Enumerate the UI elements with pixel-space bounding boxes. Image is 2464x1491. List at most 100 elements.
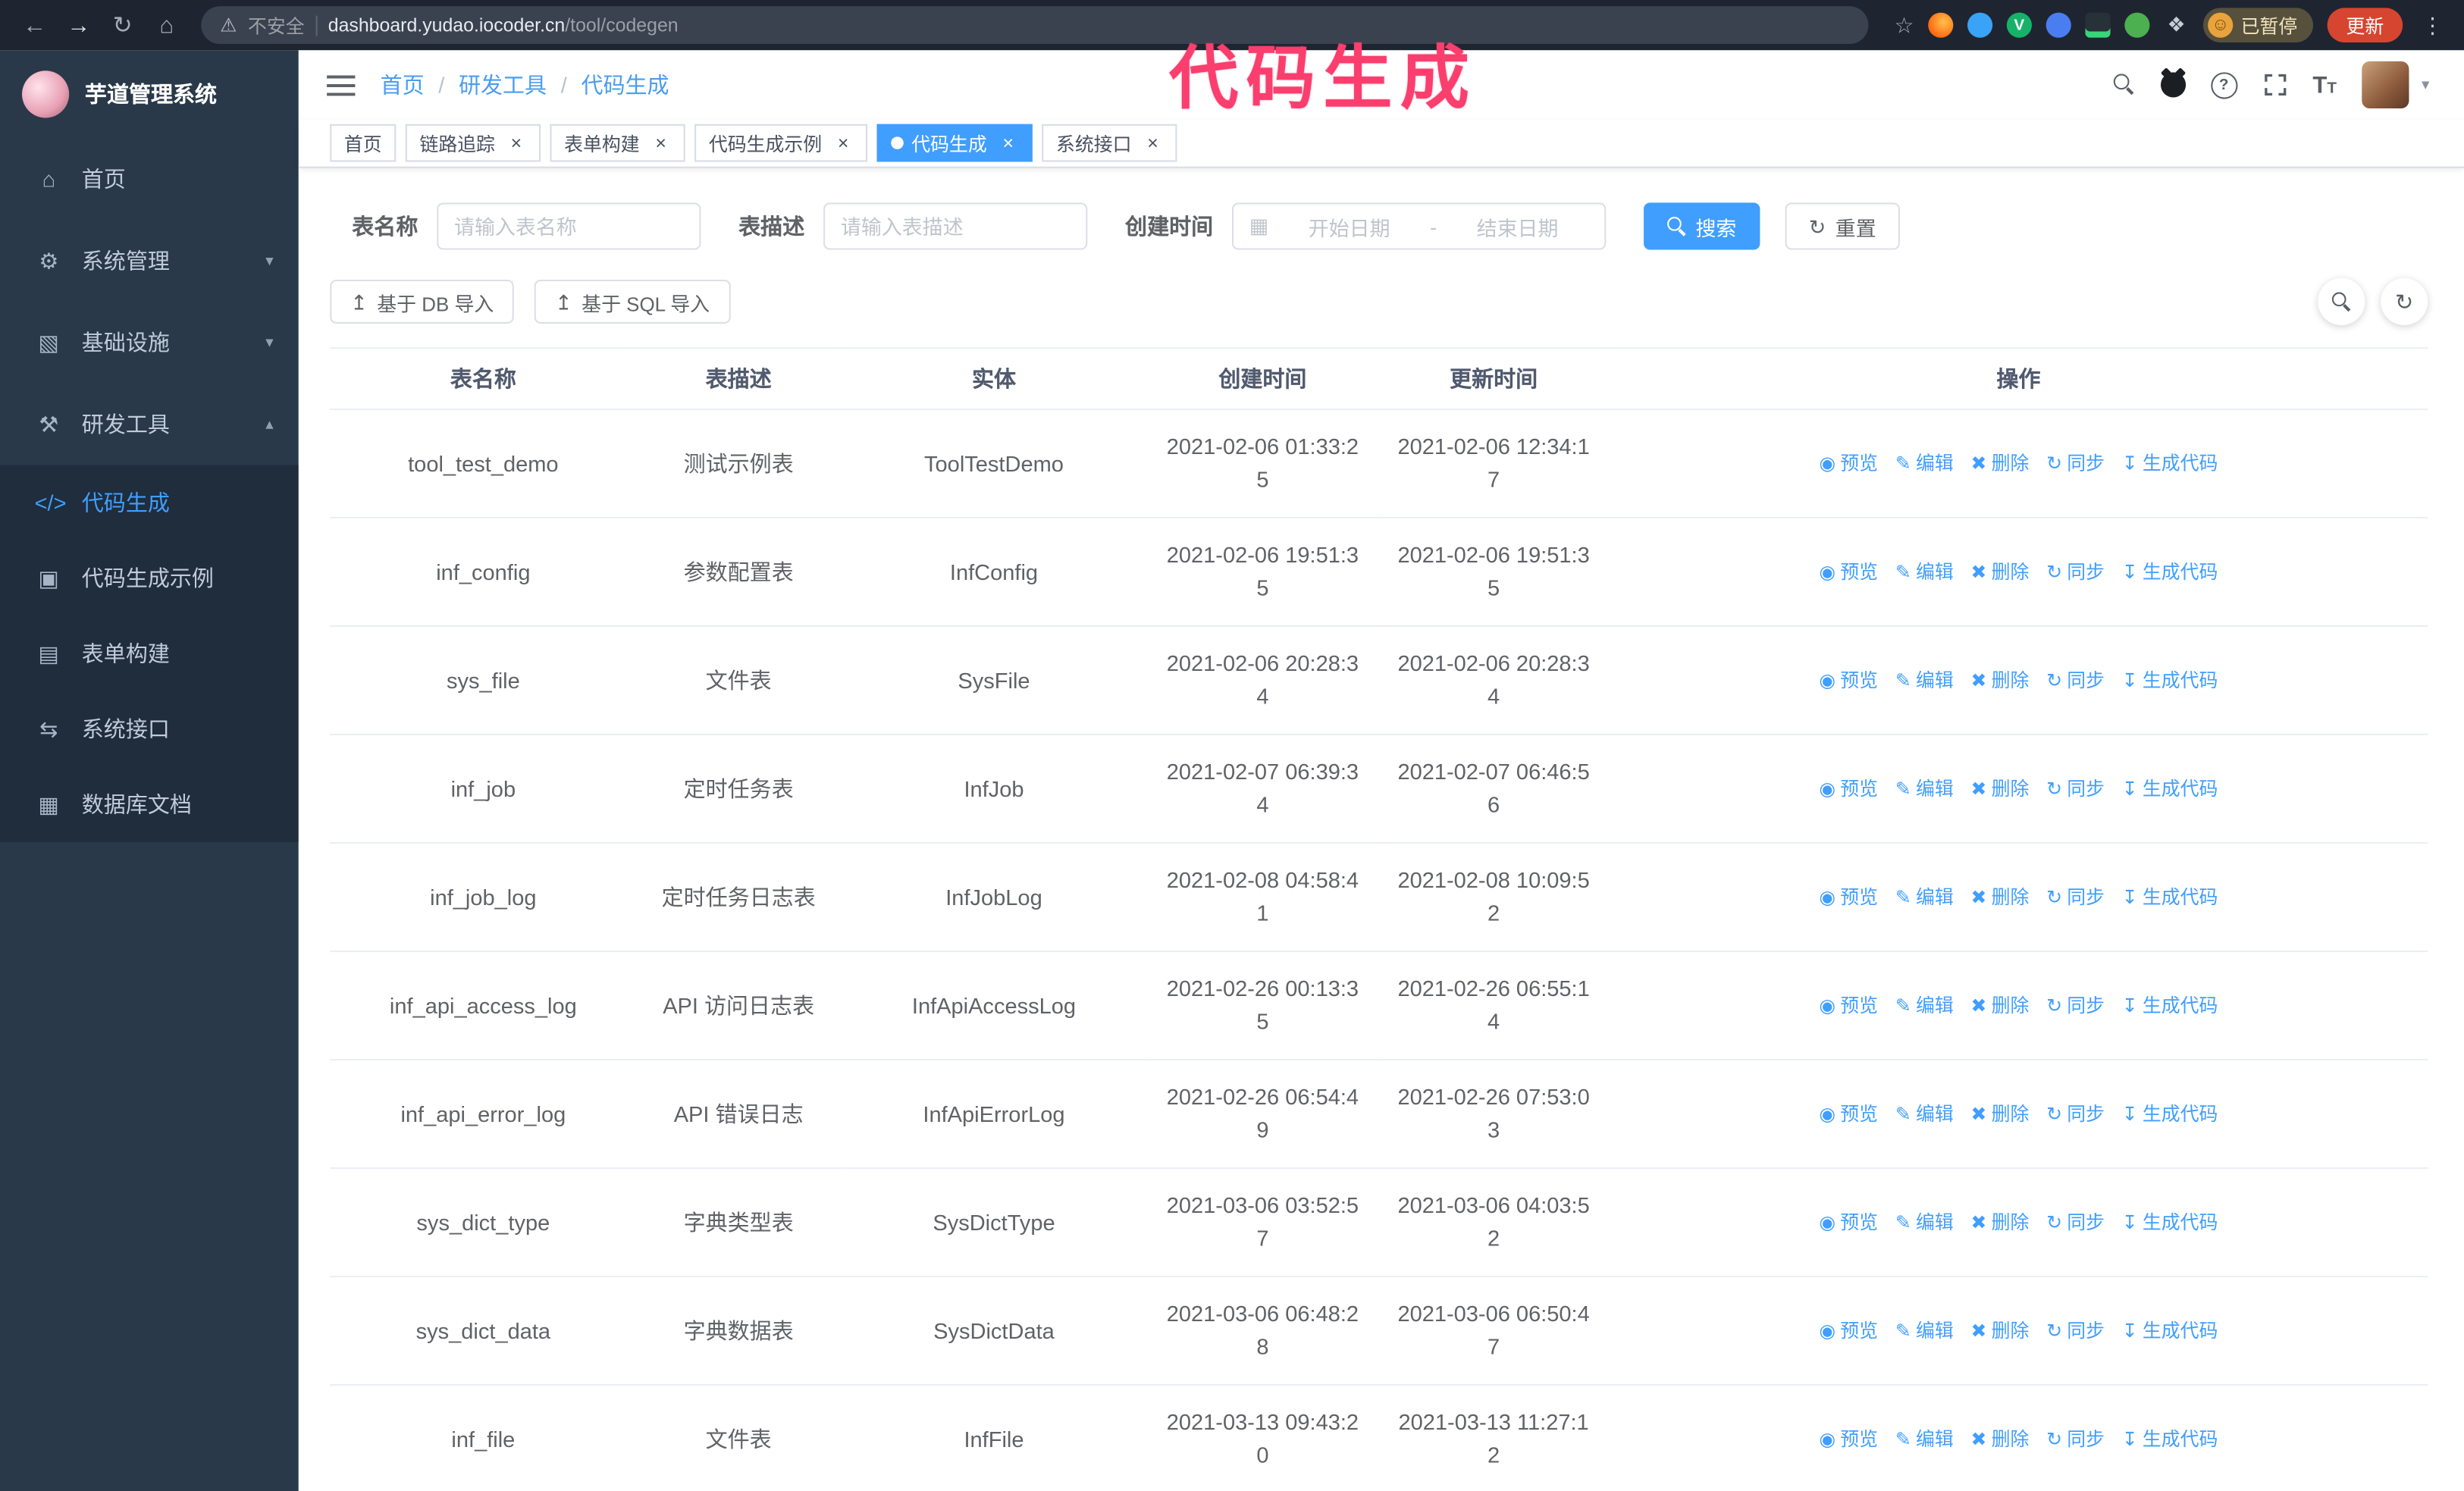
tab-首页[interactable]: 首页 [330, 124, 397, 162]
sidebar-subitem-db-doc[interactable]: ▦ 数据库文档 [0, 766, 299, 841]
tab-代码生成示例[interactable]: 代码生成示例 × [694, 124, 868, 162]
import-db-button[interactable]: ↥ 基于 DB 导入 [330, 279, 515, 324]
delete-action-link[interactable]: ✖ 删除 [1971, 989, 2030, 1023]
sync-action-link[interactable]: ↻ 同步 [2046, 1098, 2105, 1131]
delete-action-link[interactable]: ✖ 删除 [1971, 556, 2030, 589]
generate-action-link[interactable]: ↧ 生成代码 [2122, 1098, 2218, 1131]
delete-action-link[interactable]: ✖ 删除 [1971, 447, 2030, 481]
sidebar-subitem-system-api[interactable]: ⇆ 系统接口 [0, 691, 299, 766]
delete-action-link[interactable]: ✖ 删除 [1971, 1098, 2030, 1131]
refresh-button[interactable]: ↻ [2381, 277, 2428, 326]
update-button[interactable]: 更新 [2327, 8, 2403, 42]
bookmark-star-icon[interactable]: ☆ [1894, 12, 1914, 39]
close-icon[interactable]: × [506, 132, 526, 154]
reset-button[interactable]: ↻ 重置 [1785, 202, 1900, 250]
close-icon[interactable]: × [650, 132, 671, 154]
delete-action-link[interactable]: ✖ 删除 [1971, 1206, 2030, 1239]
breadcrumb-item[interactable]: 首页 [381, 69, 425, 100]
sidebar-item-home[interactable]: ⌂ 首页 [0, 138, 299, 220]
generate-action-link[interactable]: ↧ 生成代码 [2122, 1423, 2218, 1456]
preview-action-link[interactable]: ◉ 预览 [1819, 1314, 1878, 1348]
generate-action-link[interactable]: ↧ 生成代码 [2122, 772, 2218, 806]
chevron-down-icon[interactable]: ▾ [2422, 77, 2429, 94]
browser-home-icon[interactable]: ⌂ [148, 6, 186, 44]
preview-action-link[interactable]: ◉ 预览 [1819, 881, 1878, 914]
search-icon[interactable] [2113, 74, 2135, 96]
tab-链路追踪[interactable]: 链路追踪 × [405, 124, 541, 162]
extension-icon[interactable] [1967, 12, 1993, 38]
edit-action-link[interactable]: ✎ 编辑 [1895, 1314, 1954, 1348]
edit-action-link[interactable]: ✎ 编辑 [1895, 772, 1954, 806]
github-icon[interactable] [2160, 72, 2186, 98]
delete-action-link[interactable]: ✖ 删除 [1971, 1314, 2030, 1348]
edit-action-link[interactable]: ✎ 编辑 [1895, 1206, 1954, 1239]
edit-action-link[interactable]: ✎ 编辑 [1895, 1098, 1954, 1131]
avatar[interactable] [2362, 61, 2409, 109]
edit-action-link[interactable]: ✎ 编辑 [1895, 556, 1954, 589]
preview-action-link[interactable]: ◉ 预览 [1819, 1423, 1878, 1456]
close-icon[interactable]: × [833, 132, 854, 154]
delete-action-link[interactable]: ✖ 删除 [1971, 664, 2030, 697]
sync-action-link[interactable]: ↻ 同步 [2046, 989, 2105, 1023]
generate-action-link[interactable]: ↧ 生成代码 [2122, 447, 2218, 481]
help-icon[interactable]: ? [2210, 71, 2237, 99]
sidebar-subitem-codegen[interactable]: </> 代码生成 [0, 465, 299, 540]
generate-action-link[interactable]: ↧ 生成代码 [2122, 989, 2218, 1023]
close-icon[interactable]: × [1143, 132, 1163, 154]
preview-action-link[interactable]: ◉ 预览 [1819, 664, 1878, 697]
reload-icon[interactable]: ↻ [104, 6, 142, 44]
profile-paused-chip[interactable]: ☺ 已暂停 [2202, 8, 2313, 42]
edit-action-link[interactable]: ✎ 编辑 [1895, 1423, 1954, 1456]
sync-action-link[interactable]: ↻ 同步 [2046, 447, 2105, 481]
generate-action-link[interactable]: ↧ 生成代码 [2122, 664, 2218, 697]
extension-icon[interactable] [2085, 12, 2111, 38]
extension-icon[interactable]: V [2006, 12, 2032, 38]
preview-action-link[interactable]: ◉ 预览 [1819, 556, 1878, 589]
sync-action-link[interactable]: ↻ 同步 [2046, 664, 2105, 697]
edit-action-link[interactable]: ✎ 编辑 [1895, 881, 1954, 914]
table-desc-input[interactable] [823, 202, 1088, 250]
tab-表单构建[interactable]: 表单构建 × [550, 124, 685, 162]
tab-系统接口[interactable]: 系统接口 × [1042, 124, 1177, 162]
preview-action-link[interactable]: ◉ 预览 [1819, 1098, 1878, 1131]
search-button[interactable]: 搜索 [1644, 202, 1760, 250]
sync-action-link[interactable]: ↻ 同步 [2046, 1314, 2105, 1348]
address-bar[interactable]: ⚠ 不安全 dashboard.yudao.iocoder.cn/tool/co… [201, 6, 1870, 45]
sync-action-link[interactable]: ↻ 同步 [2046, 881, 2105, 914]
fullscreen-icon[interactable] [2262, 72, 2287, 97]
preview-action-link[interactable]: ◉ 预览 [1819, 1206, 1878, 1239]
breadcrumb-item[interactable]: 代码生成 [581, 69, 669, 100]
sync-action-link[interactable]: ↻ 同步 [2046, 772, 2105, 806]
preview-action-link[interactable]: ◉ 预览 [1819, 772, 1878, 806]
edit-action-link[interactable]: ✎ 编辑 [1895, 447, 1954, 481]
edit-action-link[interactable]: ✎ 编辑 [1895, 989, 1954, 1023]
back-icon[interactable]: ← [16, 6, 54, 44]
preview-action-link[interactable]: ◉ 预览 [1819, 989, 1878, 1023]
extension-icon[interactable] [2045, 12, 2071, 38]
close-icon[interactable]: × [998, 132, 1018, 154]
toggle-search-button[interactable] [2318, 277, 2365, 326]
tab-代码生成[interactable]: 代码生成 × [876, 124, 1033, 162]
generate-action-link[interactable]: ↧ 生成代码 [2122, 1314, 2218, 1348]
kebab-menu-icon[interactable]: ⋮ [2417, 12, 2448, 39]
sidebar-item-system[interactable]: ⚙ 系统管理 ▾ [0, 220, 299, 302]
generate-action-link[interactable]: ↧ 生成代码 [2122, 1206, 2218, 1239]
sidebar-subitem-form-builder[interactable]: ▤ 表单构建 [0, 616, 299, 691]
preview-action-link[interactable]: ◉ 预览 [1819, 447, 1878, 481]
import-sql-button[interactable]: ↥ 基于 SQL 导入 [534, 279, 731, 324]
table-name-input[interactable] [437, 202, 701, 250]
font-size-icon[interactable]: TT [2312, 71, 2337, 98]
sidebar-subitem-codegen-demo[interactable]: ▣ 代码生成示例 [0, 540, 299, 616]
sync-action-link[interactable]: ↻ 同步 [2046, 1423, 2105, 1456]
collapse-sidebar-icon[interactable] [327, 74, 356, 96]
edit-action-link[interactable]: ✎ 编辑 [1895, 664, 1954, 697]
sidebar-logo[interactable]: 芋道管理系统 [0, 50, 299, 138]
extension-icon[interactable] [2124, 12, 2150, 38]
sidebar-item-infra[interactable]: ▧ 基础设施 ▾ [0, 302, 299, 384]
sync-action-link[interactable]: ↻ 同步 [2046, 556, 2105, 589]
extensions-puzzle-icon[interactable]: ❖ [2164, 13, 2189, 38]
generate-action-link[interactable]: ↧ 生成代码 [2122, 881, 2218, 914]
breadcrumb-item[interactable]: 研发工具 [459, 69, 547, 100]
sync-action-link[interactable]: ↻ 同步 [2046, 1206, 2105, 1239]
extension-icon[interactable] [1928, 12, 1954, 38]
